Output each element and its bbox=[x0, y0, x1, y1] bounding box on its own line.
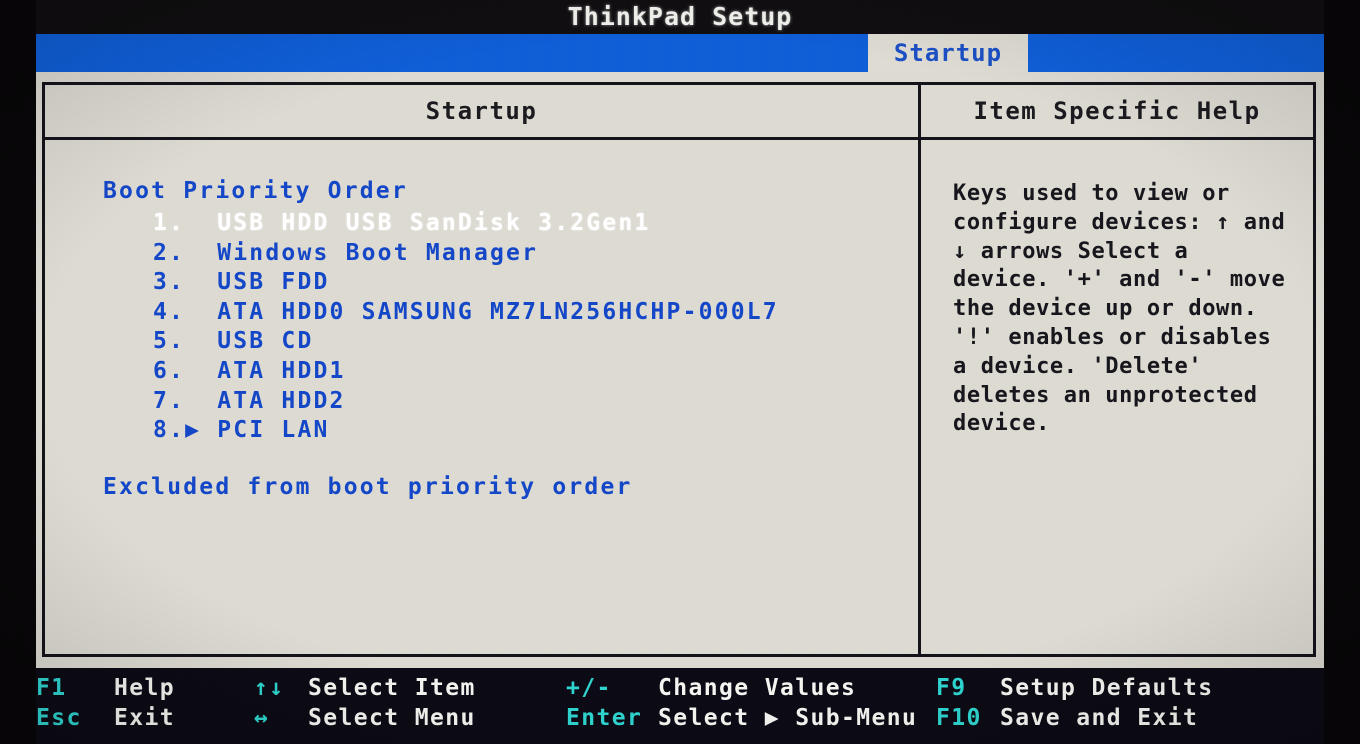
settings-panel: Boot Priority Order 1. USB HDD USB SanDi… bbox=[45, 140, 918, 654]
excluded-from-boot-priority-title: Excluded from boot priority order bbox=[103, 473, 633, 500]
function-key-legend: F1 Help ↑↓ Select Item +/- Change Values F9 Set… bbox=[36, 668, 1324, 744]
boot-priority-item[interactable]: 1. USB HDD USB SanDisk 3.2Gen1 bbox=[153, 209, 918, 239]
boot-item-label: ATA HDD2 bbox=[185, 387, 346, 414]
legend-description: Help bbox=[114, 675, 175, 701]
legend-description: Select ▶ Sub-Menu bbox=[658, 705, 918, 731]
boot-item-label: ATA HDD1 bbox=[185, 357, 346, 384]
main-work-area: Startup Item Specific Help Boot Priority… bbox=[36, 72, 1324, 668]
tab-startup[interactable]: Startup bbox=[868, 34, 1028, 72]
boot-item-index: 8. bbox=[153, 417, 186, 444]
legend-key: F1 bbox=[36, 675, 67, 701]
boot-priority-item[interactable]: 3. USB FDD bbox=[153, 268, 918, 298]
boot-item-index: 2. bbox=[153, 239, 186, 266]
legend-description: Select Item bbox=[308, 675, 476, 701]
boot-item-index: 4. bbox=[153, 298, 186, 325]
boot-priority-item[interactable]: 8.▶ PCI LAN bbox=[153, 416, 918, 446]
boot-priority-item[interactable]: 6. ATA HDD1 bbox=[153, 357, 918, 387]
boot-item-label: USB HDD USB SanDisk 3.2Gen1 bbox=[185, 210, 651, 236]
boot-item-label: PCI LAN bbox=[201, 417, 330, 444]
boot-priority-item[interactable]: 4. ATA HDD0 SAMSUNG MZ7LN256HCHP-000L7 bbox=[153, 298, 918, 328]
boot-priority-order-title: Boot Priority Order bbox=[103, 178, 408, 204]
window-title: ThinkPad Setup bbox=[36, 0, 1324, 34]
menu-tab-bar: Startup bbox=[36, 34, 1324, 72]
item-specific-help-panel: Keys used to view or configure devices: … bbox=[921, 140, 1313, 654]
boot-item-index: 5. bbox=[153, 328, 186, 355]
boot-item-label: Windows Boot Manager bbox=[185, 239, 539, 266]
submenu-arrow-icon: ▶ bbox=[185, 417, 202, 444]
legend-description: Save and Exit bbox=[1000, 705, 1199, 731]
boot-item-label: ATA HDD0 SAMSUNG MZ7LN256HCHP-000L7 bbox=[185, 298, 779, 325]
panel-headers: Startup Item Specific Help bbox=[45, 85, 1313, 140]
legend-description: Exit bbox=[114, 705, 175, 731]
boot-priority-list[interactable]: 1. USB HDD USB SanDisk 3.2Gen1 2. Windows… bbox=[103, 209, 918, 446]
legend-description: Setup Defaults bbox=[1000, 675, 1214, 701]
settings-panel-title: Startup bbox=[425, 97, 538, 125]
boot-priority-item[interactable]: 7. ATA HDD2 bbox=[153, 387, 918, 417]
bios-screen: ThinkPad Setup Startup Startup Item Spec… bbox=[0, 0, 1360, 744]
boot-priority-item[interactable]: 5. USB CD bbox=[153, 327, 918, 357]
help-panel-title: Item Specific Help bbox=[973, 97, 1261, 125]
legend-key: F9 bbox=[936, 675, 967, 701]
legend-key: Enter bbox=[566, 705, 643, 731]
boot-item-label: USB CD bbox=[185, 328, 314, 355]
legend-key: F10 bbox=[936, 705, 982, 731]
legend-key: ↔ bbox=[254, 705, 270, 731]
boot-item-index: 3. bbox=[153, 269, 186, 296]
boot-item-index: 7. bbox=[153, 387, 186, 414]
legend-key: +/- bbox=[566, 675, 612, 701]
boot-priority-item[interactable]: 2. Windows Boot Manager bbox=[153, 239, 918, 269]
boot-item-index: 1. bbox=[153, 210, 186, 236]
help-text: Keys used to view or configure devices: … bbox=[953, 181, 1300, 437]
boot-item-index: 6. bbox=[153, 357, 186, 384]
legend-description: Select Menu bbox=[308, 705, 476, 731]
content-frame: Startup Item Specific Help Boot Priority… bbox=[42, 82, 1316, 657]
legend-key: ↑↓ bbox=[254, 675, 285, 701]
legend-key: Esc bbox=[36, 705, 82, 731]
boot-item-label: USB FDD bbox=[185, 269, 330, 296]
legend-description: Change Values bbox=[658, 675, 857, 701]
